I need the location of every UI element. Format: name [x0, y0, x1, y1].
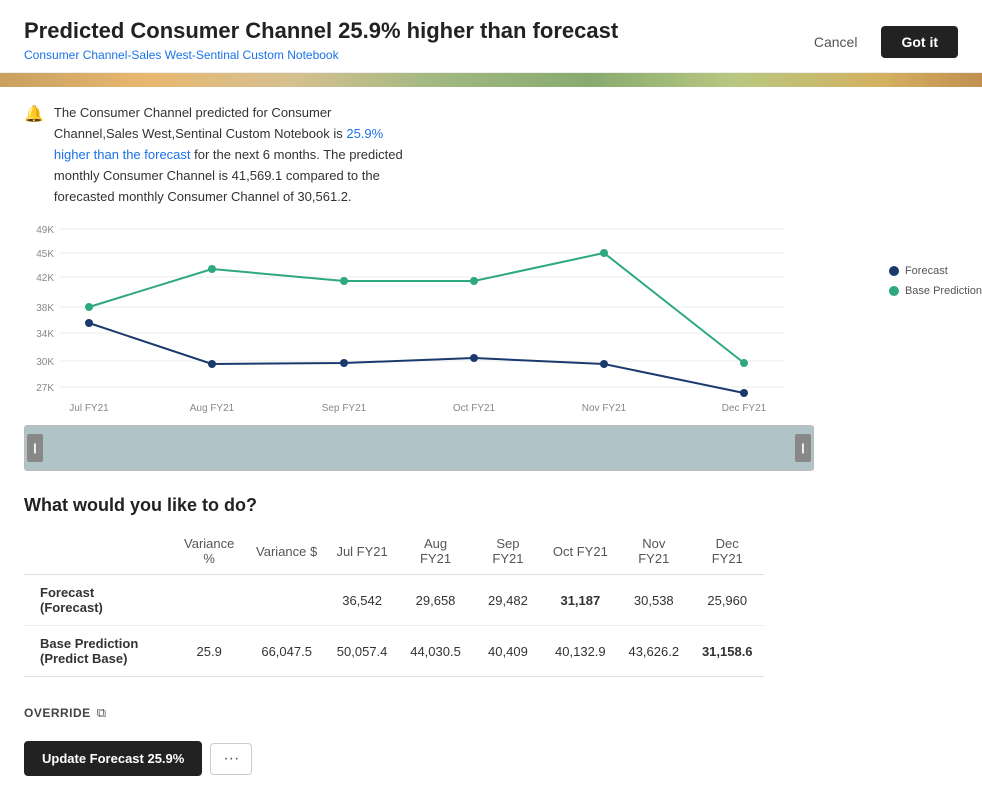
action-title: What would you like to do?	[24, 495, 958, 516]
bottom-actions: Update Forecast 25.9% ···	[0, 733, 982, 800]
table-row: Base Prediction(Predict Base) 25.9 66,04…	[24, 626, 764, 677]
cell-forecast-nov: 30,538	[617, 575, 690, 626]
info-text: The Consumer Channel predicted for Consu…	[54, 103, 416, 207]
more-options-button[interactable]: ···	[210, 743, 252, 775]
bell-icon: 🔔	[24, 104, 44, 124]
cell-bp-dec: 31,158.6	[690, 626, 764, 677]
cell-forecast-var-dollar	[248, 575, 325, 626]
table-header-row: Variance % Variance $ Jul FY21 Aug FY21 …	[24, 532, 764, 575]
svg-text:27K: 27K	[36, 383, 54, 394]
page-title: Predicted Consumer Channel 25.9% higher …	[24, 18, 618, 44]
svg-text:34K: 34K	[36, 329, 54, 340]
cell-forecast-aug: 29,658	[399, 575, 472, 626]
cell-bp-sep: 40,409	[472, 626, 543, 677]
svg-text:38K: 38K	[36, 303, 54, 314]
chart-scrollbar[interactable]: ❙ ❙	[24, 425, 814, 471]
svg-text:Dec FY21: Dec FY21	[722, 403, 767, 414]
info-text-before: The Consumer Channel predicted for Consu…	[54, 105, 346, 141]
col-header-variance-pct: Variance %	[170, 532, 247, 575]
cell-forecast-var-pct	[170, 575, 247, 626]
chart-area: 49K 45K 42K 38K 34K 30K 27K Jul FY21 Aug…	[24, 215, 814, 415]
cell-bp-var-dollar: 66,047.5	[248, 626, 325, 677]
svg-text:Oct FY21: Oct FY21	[453, 403, 496, 414]
col-header-label	[24, 532, 170, 575]
col-header-sep: Sep FY21	[472, 532, 543, 575]
row-label-forecast: Forecast(Forecast)	[24, 575, 170, 626]
base-prediction-dot	[889, 286, 899, 296]
banner-image	[0, 73, 982, 87]
col-header-dec: Dec FY21	[690, 532, 764, 575]
header-subtitle: Consumer Channel-Sales West-Sentinal Cus…	[24, 48, 618, 62]
data-table: Variance % Variance $ Jul FY21 Aug FY21 …	[24, 532, 764, 677]
chart-container: 49K 45K 42K 38K 34K 30K 27K Jul FY21 Aug…	[0, 215, 982, 415]
forecast-dot	[889, 266, 899, 276]
got-it-button[interactable]: Got it	[881, 26, 958, 58]
override-label: OVERRIDE	[24, 706, 91, 720]
svg-text:Nov FY21: Nov FY21	[582, 403, 627, 414]
cell-bp-jul: 50,057.4	[325, 626, 398, 677]
row-label-base-prediction: Base Prediction(Predict Base)	[24, 626, 170, 677]
cell-forecast-oct: 31,187	[544, 575, 617, 626]
chart-svg: 49K 45K 42K 38K 34K 30K 27K Jul FY21 Aug…	[24, 215, 814, 415]
col-header-oct: Oct FY21	[544, 532, 617, 575]
scrollbar-handle-left[interactable]: ❙	[27, 434, 43, 462]
svg-text:45K: 45K	[36, 249, 54, 260]
table-row: Forecast(Forecast) 36,542 29,658 29,482 …	[24, 575, 764, 626]
cell-forecast-dec: 25,960	[690, 575, 764, 626]
chart-legend: Forecast Base Prediction	[889, 265, 982, 297]
col-header-variance-dollar: Variance $	[248, 532, 325, 575]
scrollbar-thumb	[25, 426, 813, 470]
forecast-label: Forecast	[905, 265, 948, 277]
cell-forecast-jul: 36,542	[325, 575, 398, 626]
override-icon: ⧉	[97, 705, 106, 721]
cell-forecast-sep: 29,482	[472, 575, 543, 626]
base-prediction-label: Base Prediction	[905, 285, 982, 297]
header-actions: Cancel Got it	[802, 26, 958, 58]
info-section: 🔔 The Consumer Channel predicted for Con…	[0, 87, 440, 215]
svg-text:49K: 49K	[36, 225, 54, 236]
cell-bp-oct: 40,132.9	[544, 626, 617, 677]
legend-forecast: Forecast	[889, 265, 982, 277]
svg-text:30K: 30K	[36, 357, 54, 368]
cell-bp-var-pct: 25.9	[170, 626, 247, 677]
cell-bp-aug: 44,030.5	[399, 626, 472, 677]
action-section: What would you like to do? Variance % Va…	[0, 471, 982, 693]
legend-base-prediction: Base Prediction	[889, 285, 982, 297]
cell-bp-nov: 43,626.2	[617, 626, 690, 677]
svg-text:42K: 42K	[36, 273, 54, 284]
col-header-jul: Jul FY21	[325, 532, 398, 575]
header-left: Predicted Consumer Channel 25.9% higher …	[24, 18, 618, 62]
col-header-nov: Nov FY21	[617, 532, 690, 575]
override-section: OVERRIDE ⧉	[0, 693, 982, 733]
col-header-aug: Aug FY21	[399, 532, 472, 575]
scrollbar-handle-right[interactable]: ❙	[795, 434, 811, 462]
cancel-button[interactable]: Cancel	[802, 28, 870, 56]
update-forecast-button[interactable]: Update Forecast 25.9%	[24, 741, 202, 776]
svg-text:Jul FY21: Jul FY21	[69, 403, 109, 414]
svg-text:Sep FY21: Sep FY21	[322, 403, 367, 414]
svg-text:Aug FY21: Aug FY21	[190, 403, 235, 414]
header: Predicted Consumer Channel 25.9% higher …	[0, 0, 982, 73]
